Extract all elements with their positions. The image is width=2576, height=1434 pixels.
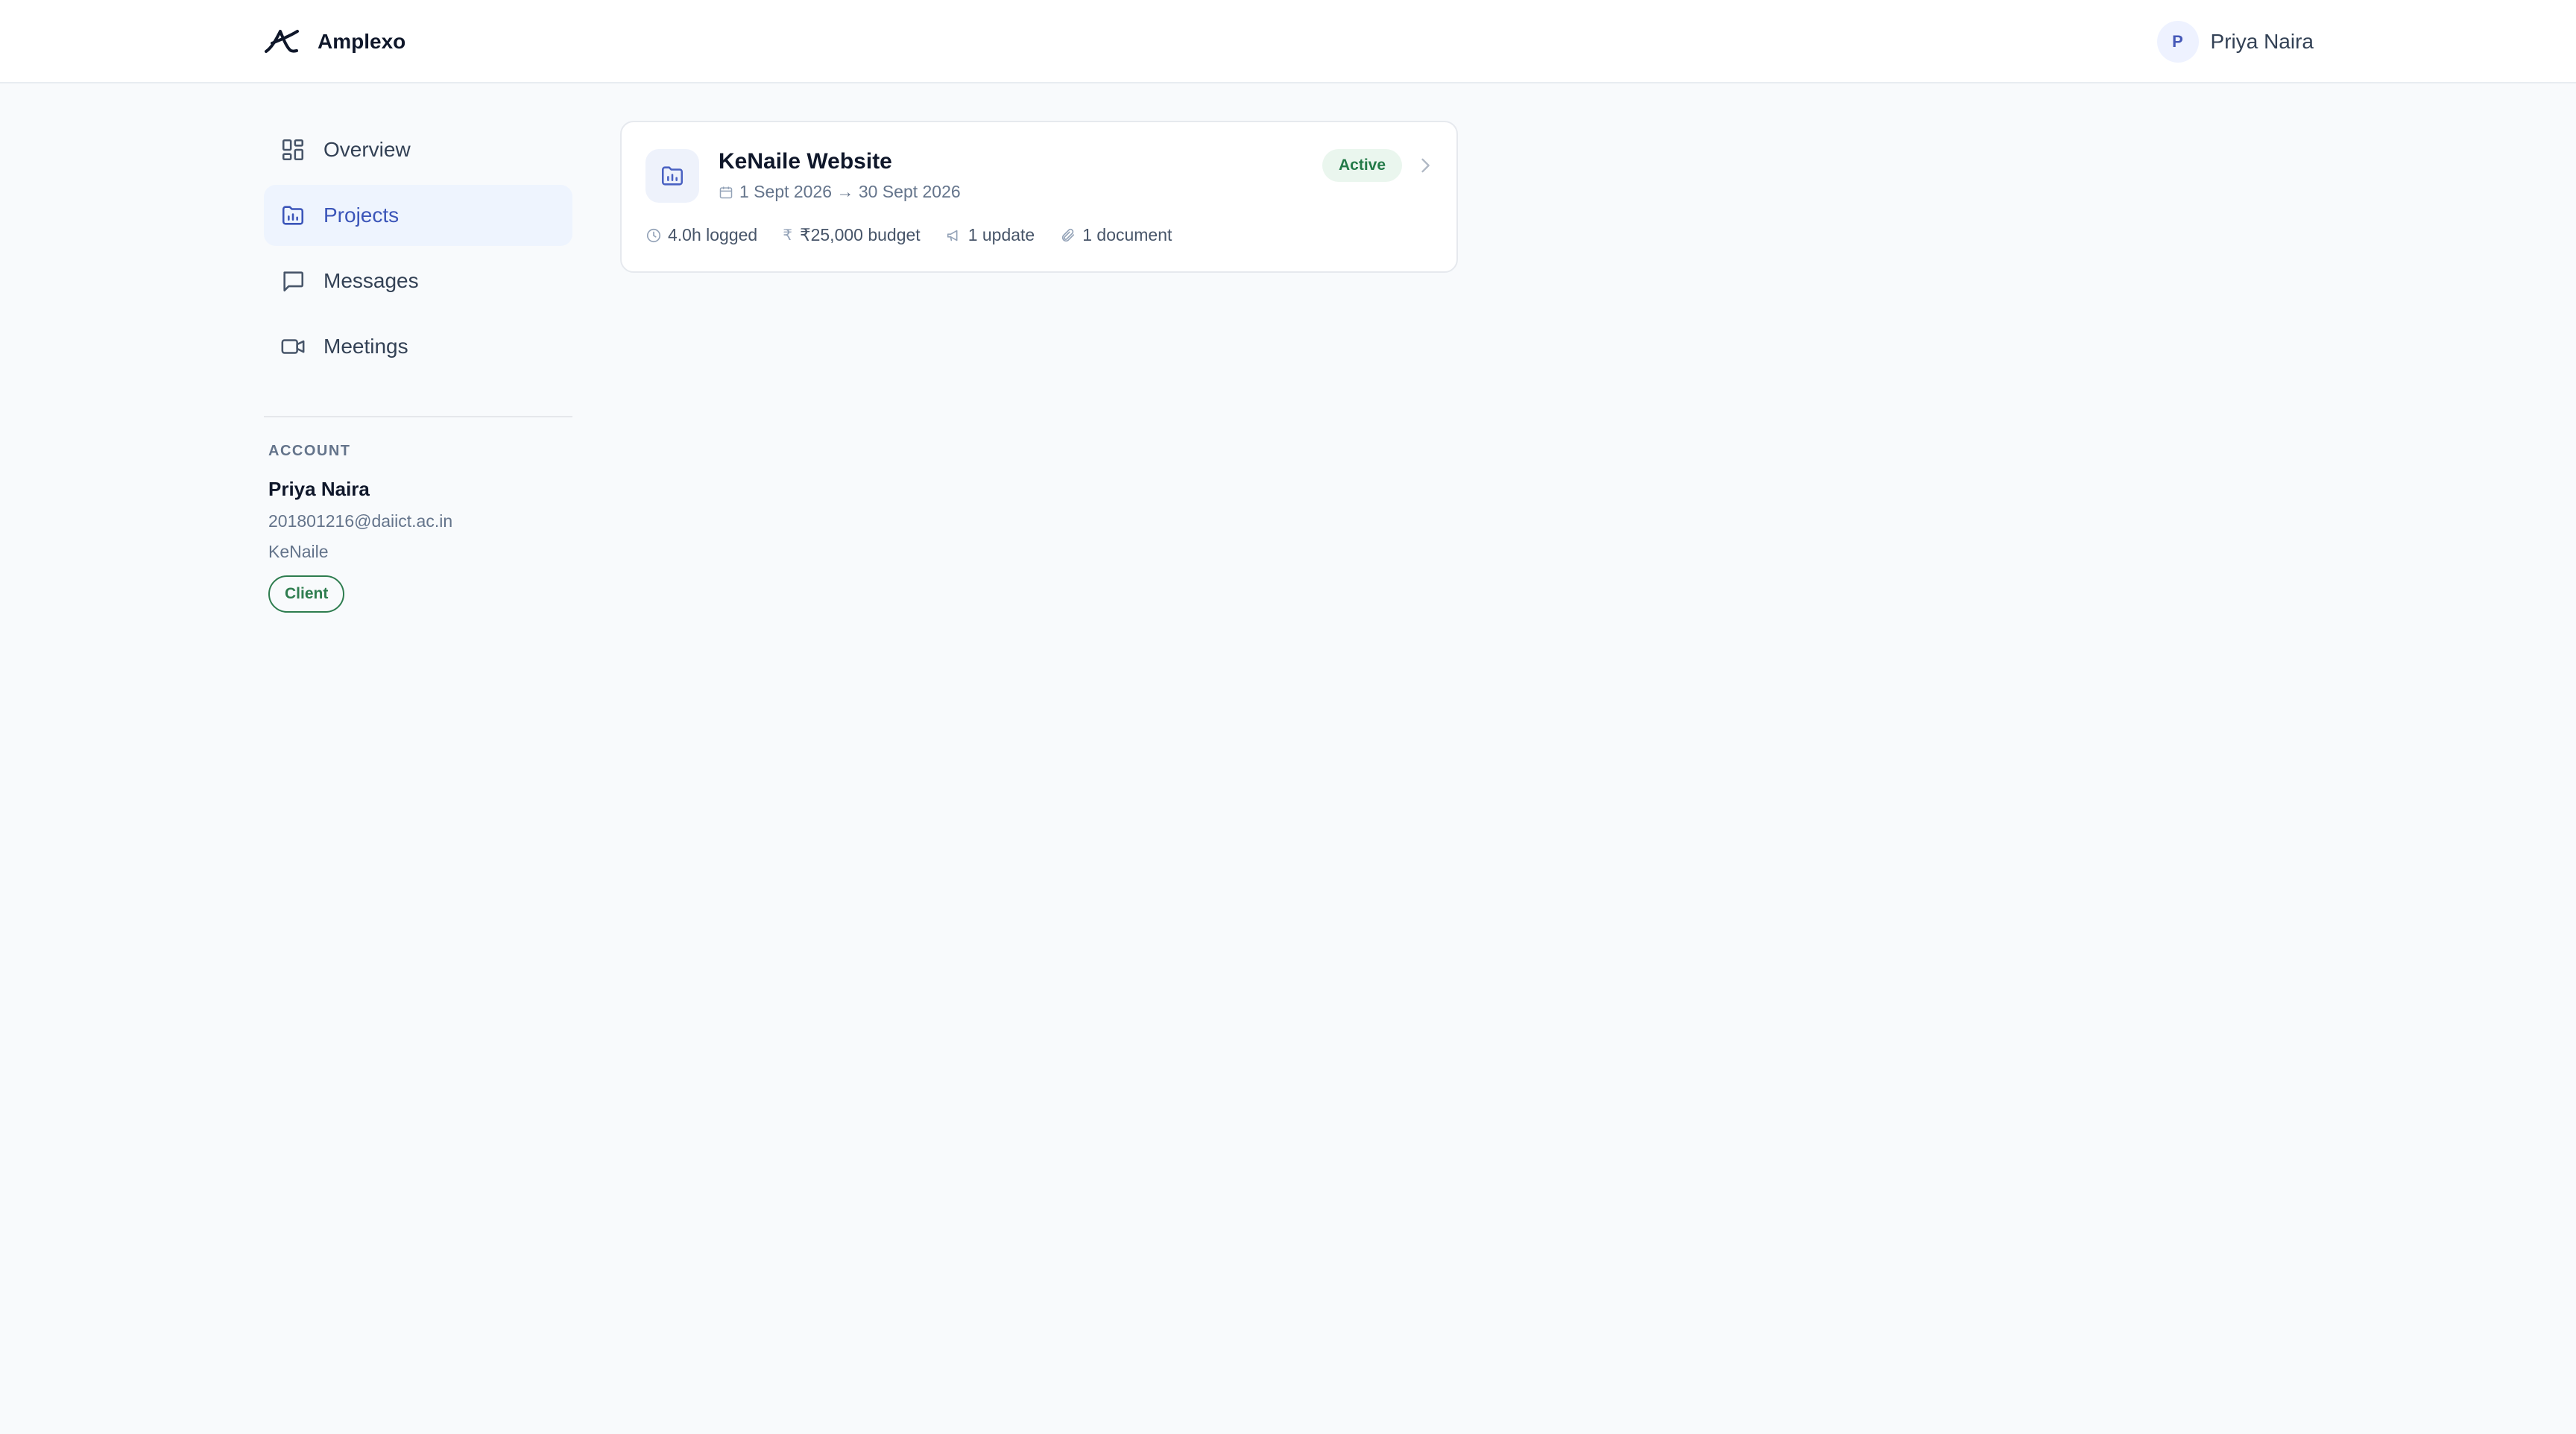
message-icon [283,271,304,292]
account-heading: ACCOUNT [268,443,351,459]
avatar[interactable]: P [2156,21,2199,63]
sidebar-item-label: Overview [323,138,411,161]
budget-text: ₹25,000 budget [799,225,921,244]
user-menu[interactable]: P Priya Naira [2156,21,2314,63]
sidebar-item-messages[interactable]: Messages [264,250,572,312]
status-badge: Active [1322,149,1403,182]
folder-chart-icon [282,206,304,225]
project-card[interactable]: KeNaile Website 1 Sept 2026 → 30 Sept 20… [620,121,1458,273]
grid-icon [282,139,304,161]
project-date-range: 1 Sept 2026 → 30 Sept 2026 [739,182,961,201]
account-section: ACCOUNT Priya Naira 201801216@daiict.ac.… [264,443,572,613]
role-badge: Client [268,575,345,613]
sidebar-item-meetings[interactable]: Meetings [264,316,572,377]
calendar-icon [719,186,733,198]
documents-text: 1 document [1082,225,1172,244]
sidebar-divider [264,416,572,417]
hours-logged: 4.0h logged [645,225,757,245]
project-meta: 4.0h logged ₹ ₹25,000 budget 1 update 1 … [645,225,1197,245]
sidebar-item-projects[interactable]: Projects [264,185,572,246]
sidebar-item-label: Messages [323,269,419,292]
video-icon [281,339,305,354]
app-name: Amplexo [318,30,406,53]
sidebar: Overview Projects Messages Meetings ACCO… [264,119,572,613]
updates-count: 1 update [946,225,1035,245]
project-folder-icon [645,149,699,203]
header-user-name[interactable]: Priya Naira [2211,30,2314,54]
megaphone-icon [947,230,958,241]
updates-text: 1 update [967,225,1035,244]
top-bar: Amplexo P Priya Naira [0,0,2576,83]
account-name: Priya Naira [268,478,370,500]
hours-logged-text: 4.0h logged [668,225,758,244]
sidebar-item-label: Meetings [323,335,408,358]
account-email: 201801216@daiict.ac.in [268,511,453,531]
paperclip-icon [1062,228,1075,241]
project-dates: 1 Sept 2026 → 30 Sept 2026 [719,182,961,202]
sidebar-item-overview[interactable]: Overview [264,119,572,180]
documents-count: 1 document [1060,225,1172,245]
chevron-right-icon[interactable] [1415,155,1436,176]
clock-icon [646,228,661,242]
sidebar-item-label: Projects [323,203,400,227]
project-title[interactable]: KeNaile Website [719,149,892,174]
amplexo-logo-icon [265,30,299,53]
brand[interactable]: Amplexo [264,24,405,60]
budget: ₹ ₹25,000 budget [783,225,920,245]
account-organization: KeNaile [268,542,329,561]
rupee-icon: ₹ [783,227,792,244]
